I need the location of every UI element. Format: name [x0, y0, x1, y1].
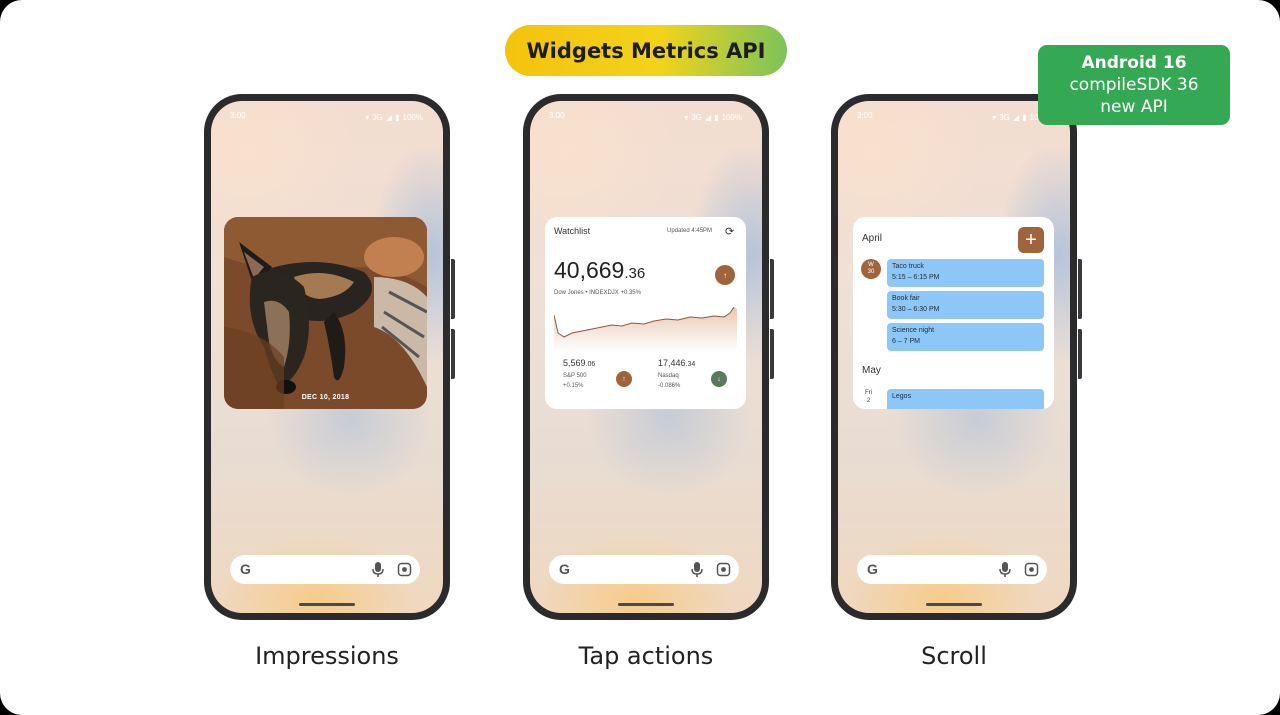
google-search-bar[interactable]: G [549, 555, 739, 584]
status-bar: 3:00 ▾ 3G ◢ ▮ 100% [549, 111, 742, 123]
title-pill: Widgets Metrics API [505, 25, 787, 76]
status-network: 3G [691, 112, 702, 122]
status-time: 3:00 [549, 111, 565, 120]
nasdaq-value-main: 17,446 [658, 358, 686, 368]
home-indicator[interactable] [299, 603, 355, 606]
dow-value: 40,669.36 [554, 257, 645, 284]
caption-tap-actions: Tap actions [578, 642, 714, 670]
photo-date: DEC 10, 2018 [301, 394, 350, 401]
arrow-up-icon[interactable]: ↑ [715, 265, 735, 285]
watchlist-title: Watchlist [554, 226, 591, 236]
event-title: Science night [892, 327, 935, 334]
refresh-icon[interactable]: ⟳ [725, 225, 734, 238]
event-title: Book fair [892, 295, 920, 302]
month-may: May [862, 365, 881, 376]
status-bar: 3:00 ▾ 3G ◢ ▮ 100% [857, 111, 1050, 123]
event-item[interactable]: Book fair 5:30 – 6:30 PM [887, 291, 1044, 319]
phone-tap-actions: 3:00 ▾ 3G ◢ ▮ 100% Watchlist Updated 4:4… [523, 94, 774, 620]
mic-icon[interactable] [690, 562, 704, 578]
sp500-value: 5,569.06 [563, 358, 595, 368]
android-16-badge: Android 16 compileSDK 36 new API [1038, 45, 1230, 125]
watchlist-widget[interactable]: Watchlist Updated 4:45PM ⟳ 40,669.36 Dow… [545, 217, 746, 409]
home-indicator[interactable] [926, 603, 982, 606]
date-label: Fri 2 [865, 389, 872, 405]
event-time: 5:15 – 6:15 PM [892, 274, 940, 281]
phone-impressions: 3:00 ▾ 3G ◢ ▮ 100% DEC 10, 2018 G [204, 94, 455, 620]
dow-value-main: 40,669 [554, 257, 625, 283]
google-g-icon: G [240, 561, 251, 577]
sp500-name: S&P 500 [563, 373, 587, 379]
wifi-icon: ▾ [365, 112, 370, 122]
dog-photo [224, 217, 427, 409]
sp500-value-main: 5,569 [563, 358, 586, 368]
status-battery: 100% [402, 112, 423, 122]
google-search-bar[interactable]: G [230, 555, 420, 584]
lens-icon[interactable] [716, 562, 731, 577]
status-network: 3G [372, 112, 383, 122]
signal-icon: ◢ [385, 112, 393, 122]
nasdaq-value: 17,446.34 [658, 358, 695, 368]
plus-icon[interactable]: + [1018, 227, 1044, 253]
nasdaq-name: Nasdaq [658, 373, 679, 379]
lens-icon[interactable] [397, 562, 412, 577]
caption-impressions: Impressions [255, 642, 399, 670]
status-network: 3G [999, 112, 1010, 122]
badge-line-2: compileSDK 36 [1069, 75, 1199, 95]
event-time: 6 – 7 PM [892, 338, 921, 345]
event-item[interactable]: Science night 6 – 7 PM [887, 323, 1044, 351]
nasdaq-change: -0.086% [658, 383, 681, 389]
sp500-change: +0.15% [563, 383, 584, 389]
home-screen: 3:00 ▾ 3G ◢ ▮ 100% April + W 30 Taco tru… [838, 101, 1070, 613]
battery-icon: ▮ [395, 112, 400, 122]
mic-icon[interactable] [998, 562, 1012, 578]
wifi-icon: ▾ [684, 112, 689, 122]
event-item[interactable]: Legos [887, 389, 1044, 409]
date-weekday: W [868, 262, 874, 268]
month-april: April [862, 233, 883, 244]
google-g-icon: G [867, 561, 878, 577]
wifi-icon: ▾ [992, 112, 997, 122]
battery-icon: ▮ [714, 112, 719, 122]
watchlist-updated: Updated 4:45PM [667, 228, 713, 234]
event-title: Taco truck [892, 263, 924, 270]
home-indicator[interactable] [618, 603, 674, 606]
battery-icon: ▮ [1022, 112, 1027, 122]
caption-scroll: Scroll [921, 642, 987, 670]
google-search-bar[interactable]: G [857, 555, 1047, 584]
arrow-up-icon[interactable]: ↑ [616, 371, 632, 387]
google-g-icon: G [559, 561, 570, 577]
lens-icon[interactable] [1024, 562, 1039, 577]
status-battery: 100% [721, 112, 742, 122]
date-number: 2 [866, 398, 871, 404]
phone-scroll: 3:00 ▾ 3G ◢ ▮ 100% April + W 30 Taco tru… [831, 94, 1082, 620]
dow-subtitle: Dow Jones • INDEXDJX +0.35% [554, 290, 641, 296]
nasdaq-value-decimal: .34 [685, 361, 696, 368]
date-weekday: Fri [865, 390, 872, 396]
event-time: 5:30 – 6:30 PM [892, 306, 940, 313]
slide-title: Widgets Metrics API [526, 38, 766, 63]
slide: Widgets Metrics API Android 16 compileSD… [0, 0, 1280, 715]
status-time: 3:00 [857, 111, 873, 120]
badge-line-3: new API [1100, 97, 1168, 117]
signal-icon: ◢ [704, 112, 712, 122]
calendar-widget[interactable]: April + W 30 Taco truck 5:15 – 6:15 PM B… [853, 217, 1054, 409]
event-title: Legos [892, 393, 912, 400]
signal-icon: ◢ [1012, 112, 1020, 122]
arrow-down-icon[interactable]: ↓ [711, 371, 727, 387]
date-number: 30 [867, 269, 875, 275]
status-bar: 3:00 ▾ 3G ◢ ▮ 100% [230, 111, 423, 123]
date-badge: W 30 [861, 259, 881, 279]
photo-widget[interactable]: DEC 10, 2018 [224, 217, 427, 409]
dow-value-decimal: .36 [624, 265, 646, 282]
home-screen: 3:00 ▾ 3G ◢ ▮ 100% Watchlist Updated 4:4… [530, 101, 762, 613]
home-screen: 3:00 ▾ 3G ◢ ▮ 100% DEC 10, 2018 G [211, 101, 443, 613]
badge-line-1: Android 16 [1081, 53, 1187, 73]
sp500-value-decimal: .06 [585, 361, 596, 368]
event-item[interactable]: Taco truck 5:15 – 6:15 PM [887, 259, 1044, 287]
dow-chart [554, 307, 737, 352]
status-time: 3:00 [230, 111, 246, 120]
mic-icon[interactable] [371, 562, 385, 578]
